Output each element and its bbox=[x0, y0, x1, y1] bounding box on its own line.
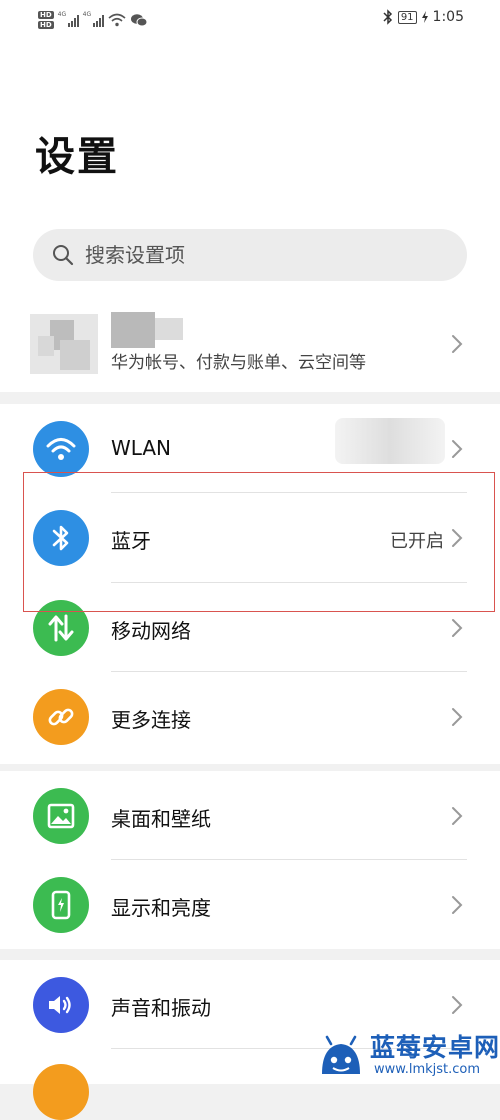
partial-icon bbox=[33, 1064, 89, 1120]
signal-icon-2: 4G bbox=[82, 11, 104, 27]
hd-badge-1: HD bbox=[38, 11, 54, 19]
hd-indicators: HD HD bbox=[38, 11, 54, 29]
watermark-url: www.lmkjst.com bbox=[374, 1062, 481, 1077]
battery-indicator: 91 bbox=[397, 10, 417, 24]
search-bar[interactable] bbox=[33, 229, 467, 281]
settings-item-display[interactable]: 显示和亮度 bbox=[0, 860, 500, 950]
settings-item-label: 声音和振动 bbox=[111, 996, 211, 1020]
wifi-icon bbox=[33, 421, 89, 477]
status-left: HD HD 4G 4G bbox=[38, 6, 148, 34]
image-icon bbox=[33, 788, 89, 844]
chevron-right-icon bbox=[452, 335, 463, 353]
settings-item-wallpaper[interactable]: 桌面和壁纸 bbox=[0, 771, 500, 861]
account-name-blurred bbox=[111, 312, 155, 348]
settings-item-label: 桌面和壁纸 bbox=[111, 807, 211, 831]
wifi-status-icon bbox=[108, 13, 126, 27]
wechat-icon bbox=[130, 14, 148, 27]
account-subtitle: 华为帐号、付款与账单、云空间等 bbox=[111, 353, 366, 373]
settings-item-label: 显示和亮度 bbox=[111, 896, 211, 920]
speaker-icon bbox=[33, 977, 89, 1033]
android-logo-icon bbox=[322, 1035, 360, 1074]
page-title: 设置 bbox=[35, 134, 119, 180]
chevron-right-icon bbox=[452, 896, 463, 914]
settings-item-label: 移动网络 bbox=[111, 619, 191, 643]
display-group: 桌面和壁纸 显示和亮度 bbox=[0, 771, 500, 949]
hd-badge-2: HD bbox=[38, 21, 54, 29]
chevron-right-icon bbox=[452, 996, 463, 1014]
chevron-right-icon bbox=[452, 807, 463, 825]
highlight-box bbox=[23, 472, 495, 612]
watermark: 蓝莓安卓网 www.lmkjst.com bbox=[312, 1022, 500, 1084]
settings-item-label: WLAN bbox=[111, 436, 172, 460]
bluetooth-status-icon bbox=[383, 9, 392, 25]
settings-item-more-connections[interactable]: 更多连接 bbox=[0, 672, 500, 762]
network-type-2: 4G bbox=[82, 11, 92, 18]
search-icon bbox=[53, 245, 74, 266]
watermark-name: 蓝莓安卓网 bbox=[370, 1033, 500, 1062]
signal-icon-1: 4G bbox=[57, 11, 79, 27]
settings-item-label: 更多连接 bbox=[111, 708, 191, 732]
phone-brightness-icon bbox=[33, 877, 89, 933]
search-input[interactable] bbox=[83, 242, 447, 268]
status-bar: HD HD 4G 4G 91 1:05 bbox=[0, 0, 500, 40]
status-right: 91 1:05 bbox=[383, 9, 464, 25]
account-name-blurred-2 bbox=[155, 318, 183, 340]
charging-icon bbox=[421, 11, 428, 23]
wlan-network-name-blurred bbox=[335, 418, 445, 464]
chevron-right-icon bbox=[452, 708, 463, 726]
network-type-1: 4G bbox=[57, 11, 67, 18]
avatar bbox=[30, 314, 98, 374]
account-card[interactable]: 华为帐号、付款与账单、云空间等 bbox=[0, 300, 500, 392]
chevron-right-icon bbox=[452, 440, 463, 458]
chevron-right-icon bbox=[452, 619, 463, 637]
link-icon bbox=[33, 689, 89, 745]
status-time: 1:05 bbox=[432, 9, 464, 25]
